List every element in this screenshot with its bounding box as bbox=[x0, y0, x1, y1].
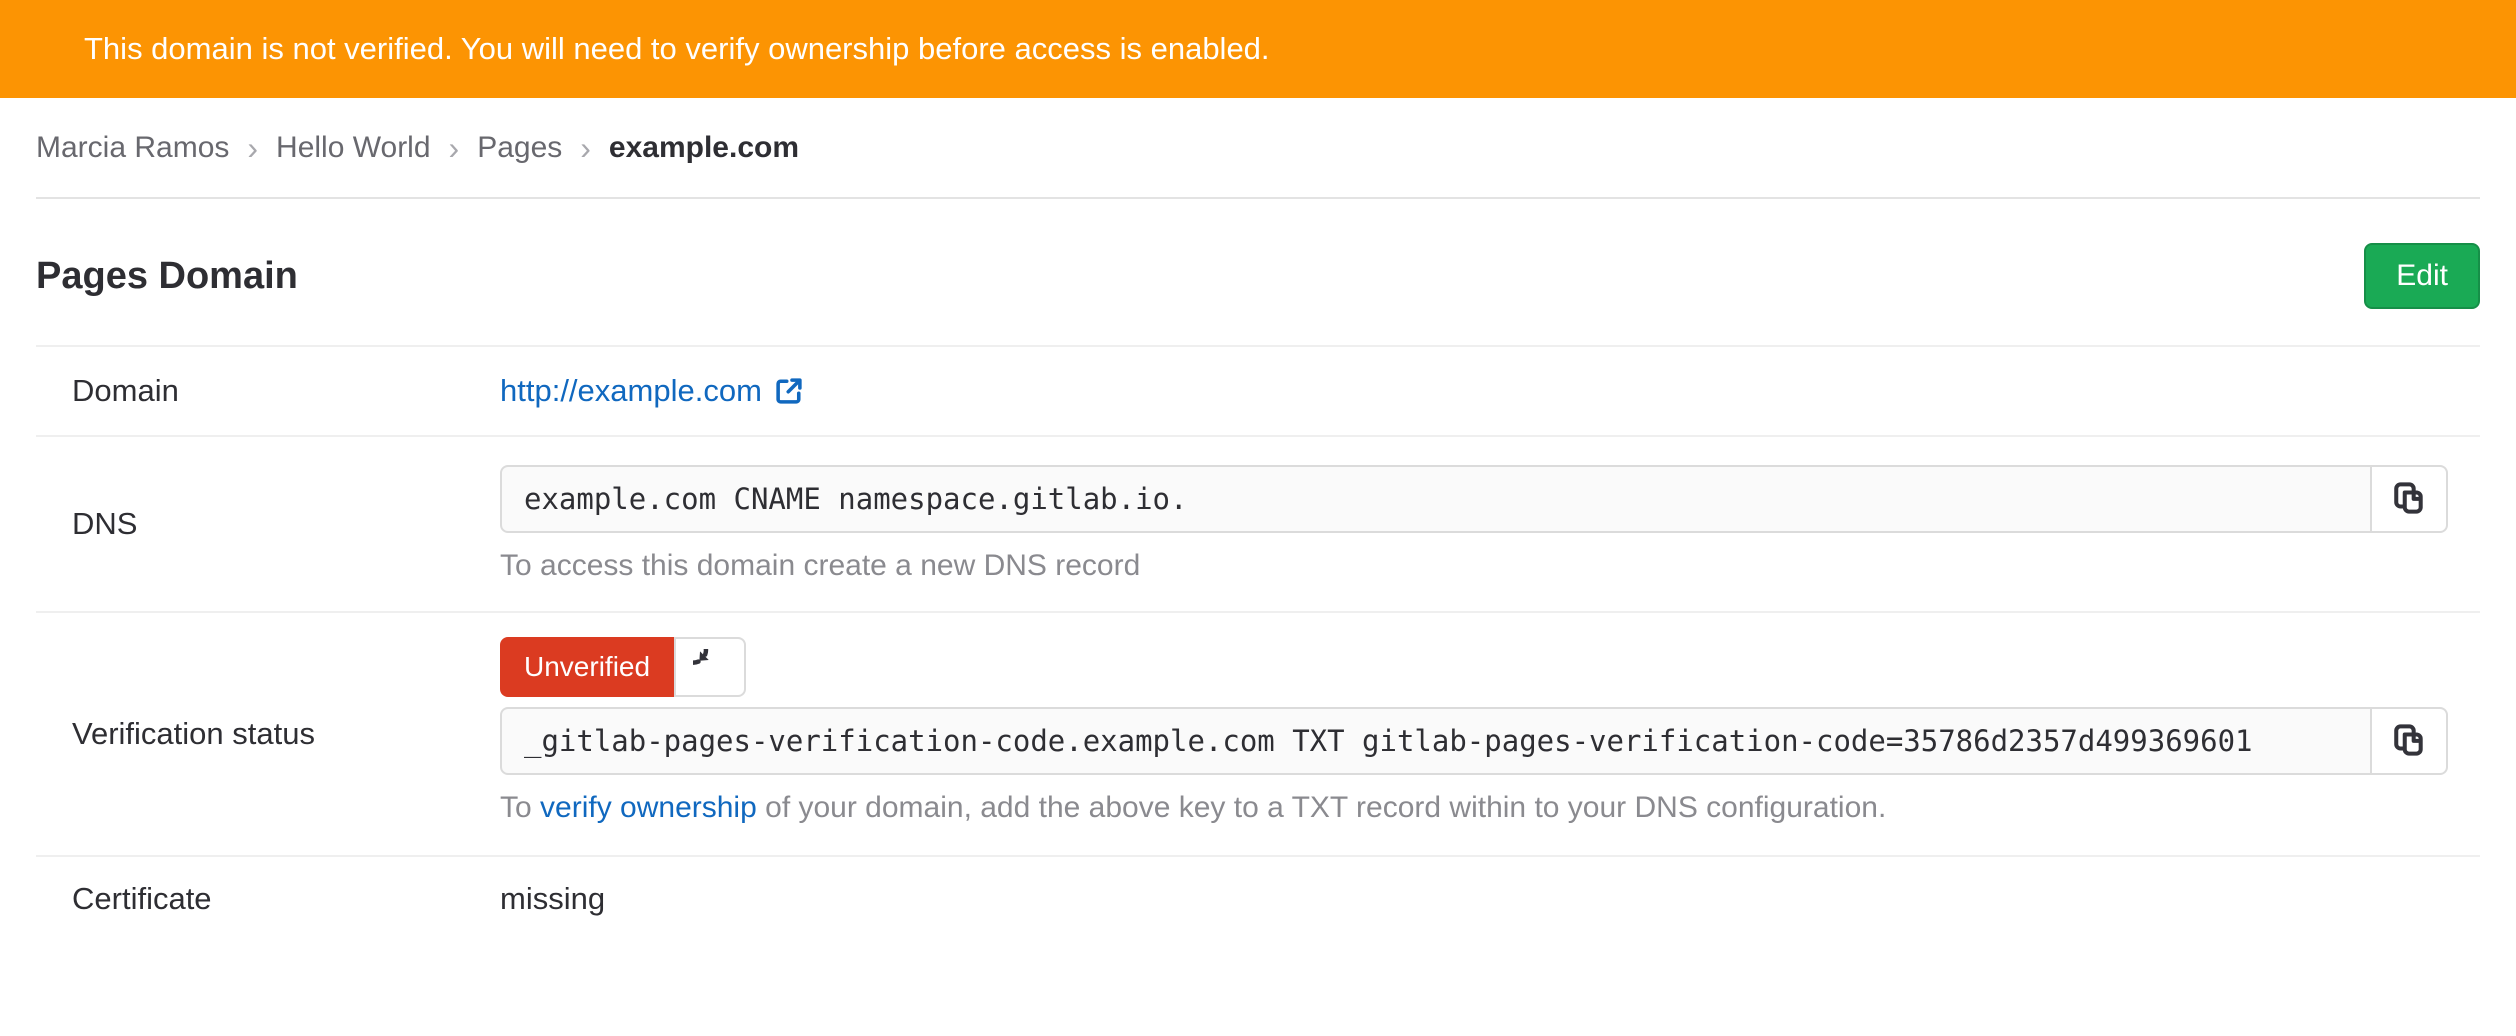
retry-verification-button[interactable] bbox=[674, 637, 746, 697]
alert-banner-text: This domain is not verified. You will ne… bbox=[84, 31, 1270, 67]
breadcrumb-current-domain: example.com bbox=[609, 131, 799, 165]
verify-ownership-link[interactable]: verify ownership bbox=[540, 791, 757, 824]
breadcrumb-item-pages[interactable]: Pages bbox=[477, 131, 562, 165]
verification-helper-prefix: To bbox=[500, 791, 540, 824]
unverified-domain-alert-banner: This domain is not verified. You will ne… bbox=[0, 0, 2516, 98]
certificate-value: missing bbox=[500, 881, 605, 916]
dns-record-input[interactable] bbox=[500, 465, 2372, 533]
external-link-icon bbox=[774, 376, 804, 406]
copy-verification-record-button[interactable] bbox=[2370, 707, 2448, 775]
verification-record-group bbox=[500, 707, 2448, 775]
pages-domain-table: Domain http://example.com DNS bbox=[36, 345, 2480, 941]
verification-helper-suffix: of your domain, add the above key to a T… bbox=[757, 791, 1887, 824]
copy-icon bbox=[2392, 723, 2426, 760]
section-header: Pages Domain Edit bbox=[36, 199, 2480, 345]
retry-verification-icon bbox=[693, 649, 727, 686]
page-title: Pages Domain bbox=[36, 255, 298, 298]
table-row-dns: DNS To access this domain c bbox=[36, 435, 2480, 611]
domain-link-text: http://example.com bbox=[500, 373, 762, 409]
table-row-domain: Domain http://example.com bbox=[36, 345, 2480, 435]
breadcrumb-item-user[interactable]: Marcia Ramos bbox=[36, 131, 229, 165]
chevron-right-icon: › bbox=[247, 132, 258, 164]
certificate-label: Certificate bbox=[36, 881, 500, 917]
chevron-right-icon: › bbox=[449, 132, 460, 164]
breadcrumb-item-project[interactable]: Hello World bbox=[276, 131, 431, 165]
breadcrumb: Marcia Ramos › Hello World › Pages › exa… bbox=[36, 98, 2480, 199]
verification-record-input[interactable] bbox=[500, 707, 2372, 775]
verification-helper-text: To verify ownership of your domain, add … bbox=[500, 791, 2448, 825]
verification-status-label: Verification status bbox=[36, 716, 500, 752]
chevron-right-icon: › bbox=[580, 132, 591, 164]
dns-label: DNS bbox=[36, 506, 500, 542]
domain-label: Domain bbox=[36, 373, 500, 409]
dns-record-group bbox=[500, 465, 2448, 533]
copy-icon bbox=[2392, 481, 2426, 518]
table-row-verification-status: Verification status Unverified bbox=[36, 611, 2480, 855]
copy-dns-record-button[interactable] bbox=[2370, 465, 2448, 533]
table-row-certificate: Certificate missing bbox=[36, 855, 2480, 941]
edit-button[interactable]: Edit bbox=[2364, 243, 2480, 309]
unverified-status-badge: Unverified bbox=[500, 637, 674, 697]
dns-helper-text: To access this domain create a new DNS r… bbox=[500, 549, 2448, 583]
verification-badge-group: Unverified bbox=[500, 637, 746, 697]
domain-link[interactable]: http://example.com bbox=[500, 373, 804, 409]
